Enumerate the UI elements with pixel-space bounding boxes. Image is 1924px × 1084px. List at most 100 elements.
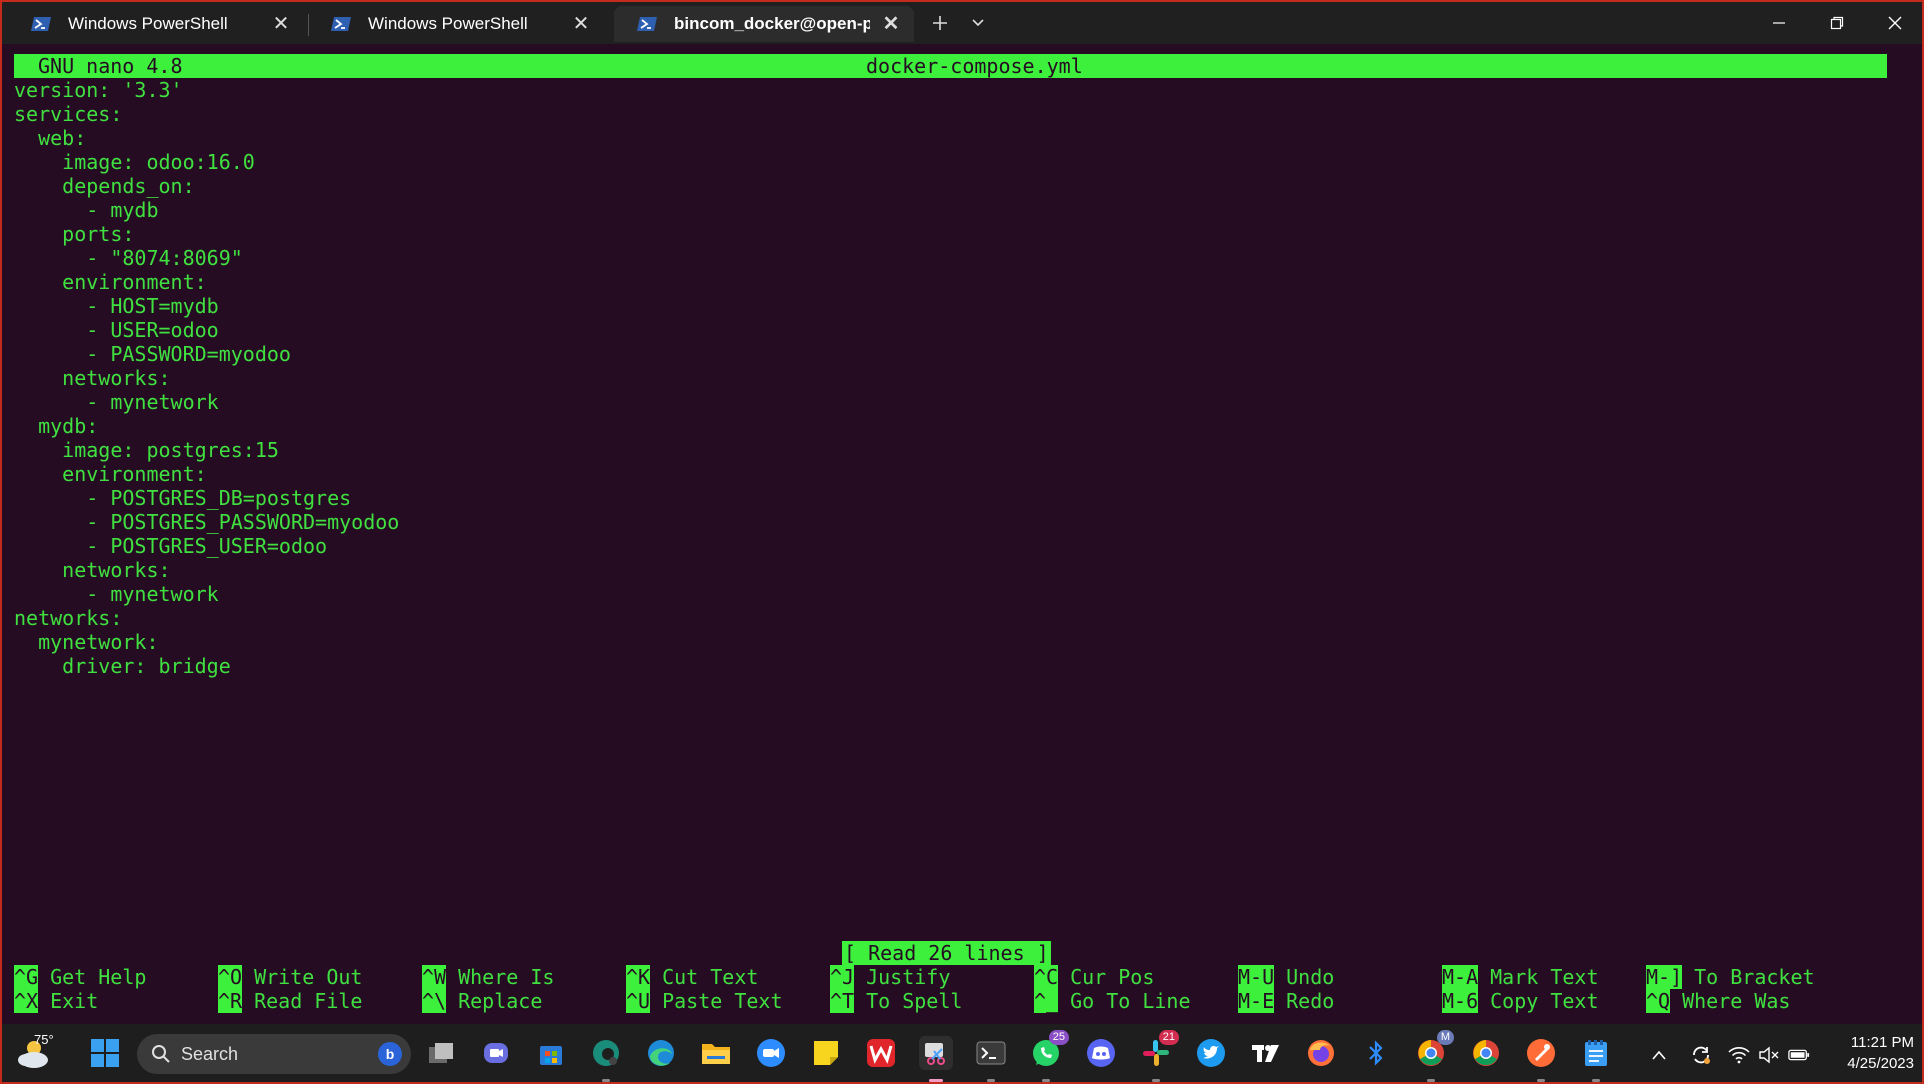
shortcut-item: ^_ Go To Line <box>1034 989 1191 1013</box>
volume-muted-icon <box>1759 1046 1779 1064</box>
code-line: image: postgres:15 <box>14 438 279 462</box>
shortcut-item: M-A Mark Text <box>1442 965 1599 989</box>
running-indicator <box>1537 1079 1545 1082</box>
powershell-icon <box>331 17 351 31</box>
shortcut-key: ^J <box>830 965 855 989</box>
teams-chat-icon <box>484 1043 508 1063</box>
taskbar-search[interactable]: Search b <box>137 1034 411 1074</box>
zoom-icon <box>757 1039 785 1067</box>
running-indicator <box>1152 1079 1160 1082</box>
chrome-button[interactable] <box>1469 1036 1503 1070</box>
shortcut-key: ^X <box>14 989 39 1013</box>
shortcut-key: M-6 <box>1442 989 1479 1013</box>
taskbar-clock[interactable]: 11:21 PM 4/25/2023 <box>1822 1032 1914 1074</box>
close-tab-icon[interactable]: ✕ <box>882 14 900 34</box>
shortcut-item: ^W Where Is <box>422 965 554 989</box>
nano-title-bar: GNU nano 4.8 docker-compose.yml <box>14 54 1887 78</box>
shortcut-item: ^\ Replace <box>422 989 542 1013</box>
discord-button[interactable] <box>1084 1036 1118 1070</box>
discord-icon <box>1087 1039 1115 1067</box>
edge-dev-icon <box>593 1040 619 1066</box>
chrome-profile-badge: M <box>1436 1030 1454 1045</box>
wps-office-button[interactable] <box>864 1036 898 1070</box>
shortcut-label: Where Is <box>458 965 555 989</box>
chrome-profile-button[interactable]: M <box>1414 1030 1454 1082</box>
tab-ssh-session[interactable]: bincom_docker@open-projec ✕ <box>614 6 914 42</box>
svg-text:b: b <box>386 1046 395 1062</box>
shortcut-label: Cut Text <box>662 965 759 989</box>
shortcut-label: Justify <box>866 965 951 989</box>
code-line: mydb: <box>14 414 99 438</box>
shortcut-label: Get Help <box>50 965 147 989</box>
terminal-button[interactable] <box>974 1036 1008 1082</box>
tab-label: Windows PowerShell <box>68 14 228 33</box>
whatsapp-badge: 25 <box>1048 1030 1069 1045</box>
tradingview-button[interactable] <box>1249 1036 1283 1070</box>
slack-button[interactable]: 21 <box>1139 1030 1179 1082</box>
edge-dev-button[interactable] <box>589 1036 623 1082</box>
code-line: driver: bridge <box>14 654 231 678</box>
status-message: [ Read 26 lines ] <box>842 941 1051 965</box>
teams-chat-button[interactable] <box>479 1036 513 1070</box>
whatsapp-button[interactable]: 25 <box>1029 1030 1069 1082</box>
restore-button[interactable] <box>1808 2 1866 44</box>
shortcut-key: ^R <box>218 989 243 1013</box>
editor-buffer[interactable]: version: '3.3' services: web: image: odoo… <box>14 78 399 678</box>
sticky-notes-button[interactable] <box>809 1036 843 1070</box>
shortcut-item: M-U Undo <box>1238 965 1334 989</box>
code-line: environment: <box>14 270 207 294</box>
close-tab-icon[interactable]: ✕ <box>272 14 290 34</box>
start-button[interactable] <box>88 1036 122 1070</box>
tab-powershell-1[interactable]: Windows PowerShell ✕ <box>8 6 304 42</box>
code-line: - mynetwork <box>14 390 219 414</box>
shortcut-label: To Spell <box>866 989 963 1013</box>
running-indicator <box>987 1079 995 1082</box>
file-explorer-button[interactable] <box>699 1036 733 1070</box>
shortcut-item: ^T To Spell <box>830 989 962 1013</box>
running-indicator <box>1042 1079 1050 1082</box>
shortcut-key: ^G <box>14 965 39 989</box>
code-line: - HOST=mydb <box>14 294 219 318</box>
battery-button[interactable] <box>1788 1044 1810 1066</box>
tab-powershell-2[interactable]: Windows PowerShell ✕ <box>308 6 604 42</box>
code-line: networks: <box>14 558 171 582</box>
weather-widget[interactable]: 75° <box>12 1030 60 1078</box>
code-line: mynetwork: <box>14 630 159 654</box>
task-view-button[interactable] <box>424 1036 458 1070</box>
new-tab-button[interactable] <box>922 8 958 38</box>
shortcut-item: ^O Write Out <box>218 965 362 989</box>
close-tab-icon[interactable]: ✕ <box>572 14 590 34</box>
terminal-content[interactable]: GNU nano 4.8 docker-compose.yml version:… <box>2 44 1922 1024</box>
twitter-button[interactable] <box>1194 1036 1228 1070</box>
shortcut-item: ^Q Where Was <box>1646 989 1790 1013</box>
shortcut-item: M-E Redo <box>1238 989 1334 1013</box>
show-hidden-icons-button[interactable] <box>1648 1044 1670 1066</box>
zoom-button[interactable] <box>754 1036 788 1070</box>
tab-dropdown-button[interactable] <box>960 8 996 38</box>
edge-icon <box>648 1040 674 1066</box>
volume-button[interactable] <box>1758 1044 1780 1066</box>
slack-badge: 21 <box>1158 1030 1179 1045</box>
snipping-tool-button[interactable] <box>919 1036 953 1082</box>
shortcut-key: M-E <box>1238 989 1275 1013</box>
bluetooth-button[interactable] <box>1359 1036 1393 1070</box>
edge-button[interactable] <box>644 1036 678 1070</box>
minimize-button[interactable] <box>1750 2 1808 44</box>
title-bar: Windows PowerShell ✕ Windows PowerShell … <box>2 2 1922 44</box>
shortcut-label: Read File <box>254 989 363 1013</box>
powershell-icon <box>31 17 51 31</box>
chevron-up-icon <box>1652 1050 1666 1060</box>
notepad-button[interactable] <box>1579 1036 1613 1082</box>
sync-status-button[interactable] <box>1690 1044 1712 1066</box>
task-view-icon <box>429 1043 453 1063</box>
chrome-icon <box>1473 1040 1499 1066</box>
firefox-button[interactable] <box>1304 1036 1338 1070</box>
close-window-button[interactable] <box>1866 2 1922 44</box>
store-icon <box>540 1046 562 1065</box>
postman-button[interactable] <box>1524 1036 1558 1082</box>
shortcut-key: ^U <box>626 989 651 1013</box>
wifi-button[interactable] <box>1728 1044 1750 1066</box>
code-line: - USER=odoo <box>14 318 219 342</box>
shortcut-label: Copy Text <box>1490 989 1599 1013</box>
microsoft-store-button[interactable] <box>534 1036 568 1070</box>
